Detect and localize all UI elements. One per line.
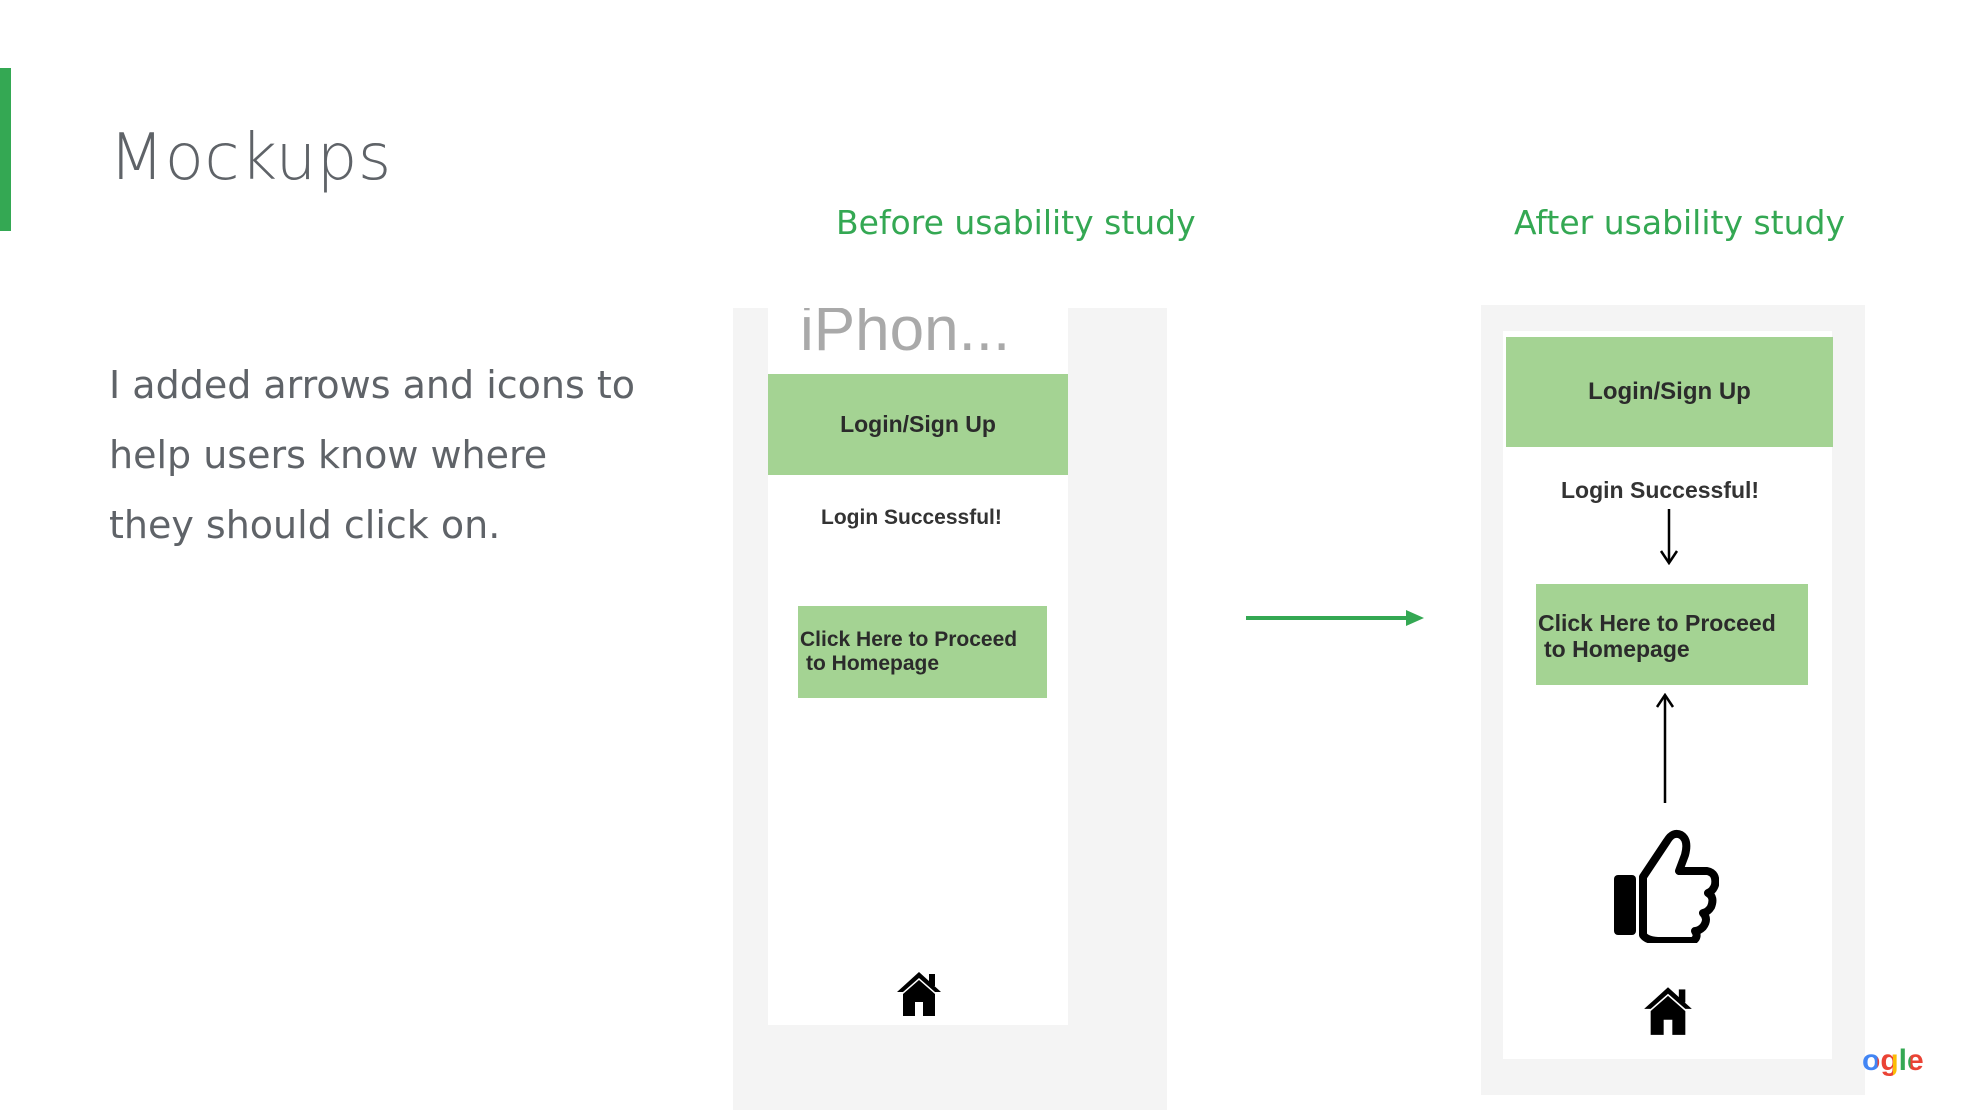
google-logo: ogle — [1862, 1046, 1924, 1076]
before-mockup: iPhon... Login/Sign Up Login Successful!… — [733, 308, 1167, 1110]
login-status-text: Login Successful! — [1561, 477, 1760, 503]
device-label: iPhon... — [800, 308, 1011, 364]
proceed-line-2: to Homepage — [806, 652, 940, 676]
login-signup-button[interactable]: Login/Sign Up — [1506, 337, 1833, 447]
accent-bar — [0, 68, 11, 231]
arrow-up-icon — [1655, 693, 1675, 803]
body-line-1: I added arrows and icons to — [109, 363, 636, 407]
home-icon[interactable] — [1642, 985, 1694, 1035]
login-status-text: Login Successful! — [821, 506, 1002, 529]
proceed-line-1: Click Here to Proceed — [800, 628, 1018, 651]
arrow-right-icon — [1246, 610, 1424, 626]
after-mockup: Login/Sign Up Login Successful! Click He… — [1481, 305, 1865, 1095]
slide-body: I added arrows and icons to help users k… — [109, 350, 669, 560]
home-icon[interactable] — [895, 970, 943, 1016]
proceed-to-homepage-button[interactable]: Click Here to Proceed to Homepage — [1536, 584, 1808, 685]
body-line-2: help users know where — [109, 433, 548, 477]
after-phone-screen: Login/Sign Up Login Successful! Click He… — [1503, 331, 1833, 1059]
logo-text: ogle — [1862, 1044, 1924, 1077]
login-signup-button[interactable]: Login/Sign Up — [768, 374, 1068, 475]
before-phone-screen: iPhon... Login/Sign Up Login Successful!… — [768, 308, 1068, 1025]
arrow-down-icon — [1659, 509, 1679, 565]
proceed-line-2: to Homepage — [1544, 636, 1690, 663]
proceed-to-homepage-button[interactable]: Click Here to Proceed to Homepage — [798, 606, 1047, 698]
proceed-line-1: Click Here to Proceed — [1538, 610, 1776, 636]
before-label: Before usability study — [836, 203, 1196, 242]
after-label: After usability study — [1514, 203, 1845, 242]
slide-title: Mockups — [109, 121, 392, 195]
body-line-3: they should click on. — [109, 503, 501, 547]
thumbs-up-icon[interactable] — [1611, 827, 1719, 943]
